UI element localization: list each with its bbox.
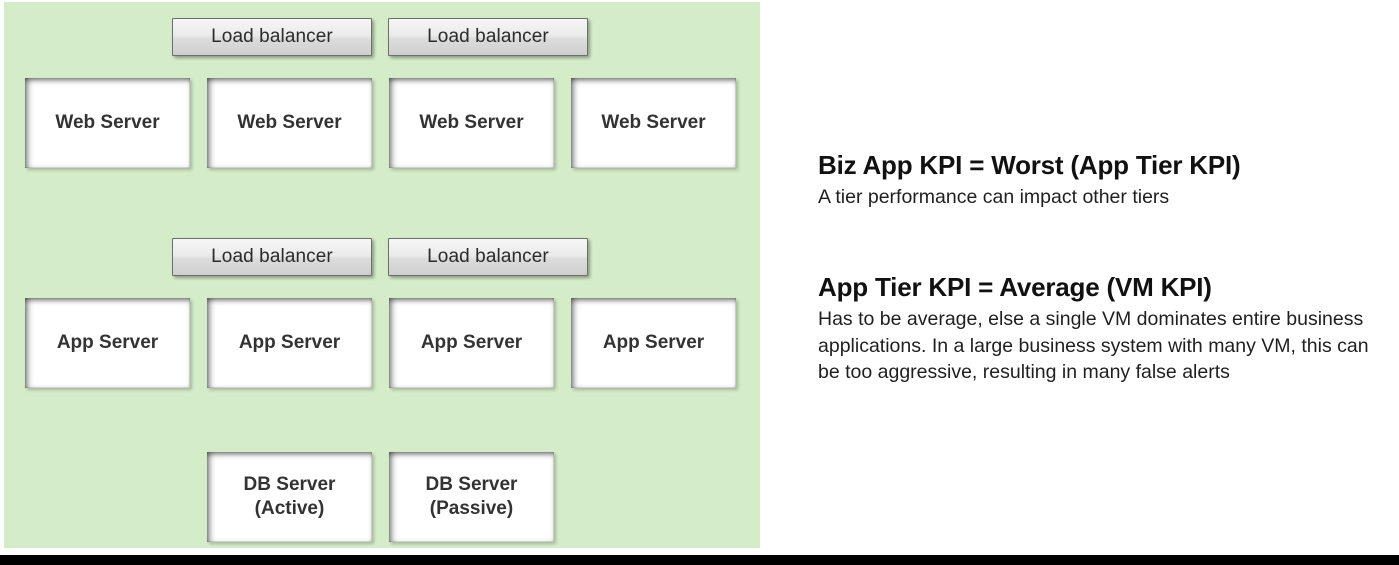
note-heading: App Tier KPI = Average (VM KPI): [818, 272, 1212, 302]
kpi-notes-panel: Biz App KPI = Worst (App Tier KPI) A tie…: [818, 0, 1393, 565]
note-body: Has to be average, else a single VM domi…: [818, 308, 1369, 384]
node-label: Web Server: [237, 112, 342, 134]
node-label: Web Server: [419, 112, 524, 134]
node-label: Web Server: [601, 112, 706, 134]
note-body: A tier performance can impact other tier…: [818, 186, 1170, 208]
load-balancer-box[interactable]: Load balancer: [172, 238, 372, 276]
node-label: DB Server (Active): [240, 473, 340, 521]
web-server-node[interactable]: Web Server: [207, 78, 372, 168]
load-balancer-box[interactable]: Load balancer: [388, 18, 588, 56]
app-server-node[interactable]: App Server: [25, 298, 190, 388]
node-label: App Server: [238, 332, 341, 354]
node-label: App Server: [56, 332, 159, 354]
db-server-passive-node[interactable]: DB Server (Passive): [389, 452, 554, 542]
db-server-active-node[interactable]: DB Server (Active): [207, 452, 372, 542]
web-server-node[interactable]: Web Server: [25, 78, 190, 168]
node-label: DB Server (Passive): [422, 473, 522, 521]
bottom-divider-rule: [0, 555, 1399, 565]
node-label-line1: DB Server: [425, 474, 518, 496]
app-server-node[interactable]: App Server: [389, 298, 554, 388]
web-server-node[interactable]: Web Server: [389, 78, 554, 168]
biz-app-kpi-note: Biz App KPI = Worst (App Tier KPI) A tie…: [818, 150, 1390, 211]
node-label-line1: DB Server: [243, 474, 336, 496]
node-label: App Server: [420, 332, 523, 354]
app-server-node[interactable]: App Server: [207, 298, 372, 388]
web-server-node[interactable]: Web Server: [571, 78, 736, 168]
load-balancer-box[interactable]: Load balancer: [172, 18, 372, 56]
node-label-line2: (Active): [254, 498, 325, 519]
node-label: App Server: [602, 332, 705, 354]
load-balancer-box[interactable]: Load balancer: [388, 238, 588, 276]
architecture-diagram-panel: Load balancer Load balancer Web Server W…: [4, 2, 760, 548]
app-server-node[interactable]: App Server: [571, 298, 736, 388]
app-tier-kpi-note: App Tier KPI = Average (VM KPI) Has to b…: [818, 272, 1390, 386]
node-label-line2: (Passive): [429, 498, 514, 519]
note-heading: Biz App KPI = Worst (App Tier KPI): [818, 150, 1241, 180]
node-label: Web Server: [55, 112, 160, 134]
